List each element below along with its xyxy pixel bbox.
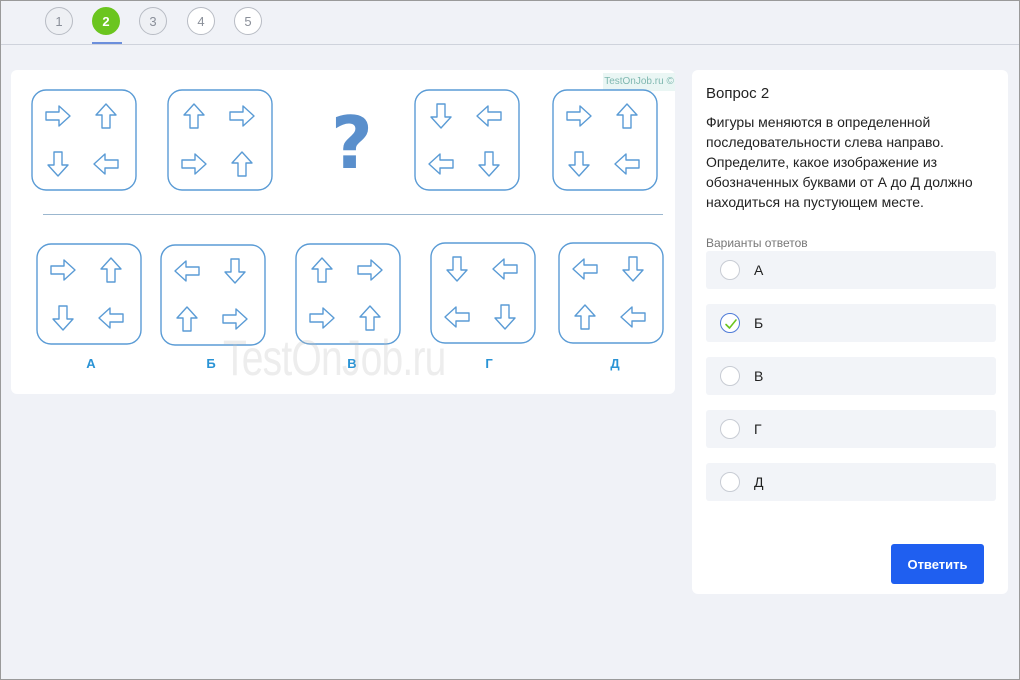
option-figure-4	[430, 242, 536, 344]
active-step-indicator	[92, 42, 122, 44]
sequence-figure-4	[414, 89, 520, 191]
option-letter-g: Г	[485, 356, 493, 371]
watermark-text: TestOnJob.ru	[223, 330, 446, 386]
answer-option-v[interactable]: В	[706, 357, 996, 395]
step-1[interactable]: 1	[45, 7, 73, 35]
step-2[interactable]: 2	[92, 7, 120, 35]
answer-option-d[interactable]: Д	[706, 463, 996, 501]
option-figure-1	[36, 243, 142, 345]
answer-option-label: В	[754, 368, 764, 384]
answer-option-label: Д	[754, 474, 764, 490]
radio-button[interactable]	[720, 472, 740, 492]
answer-option-label: А	[754, 262, 764, 278]
missing-figure-question-mark: ?	[331, 101, 373, 185]
step-4[interactable]: 4	[187, 7, 215, 35]
answer-option-label: Г	[754, 421, 762, 437]
sequence-figure-5	[552, 89, 658, 191]
question-stepper: 1 2 3 4 5	[1, 1, 1019, 45]
radio-button-checked[interactable]	[720, 313, 740, 333]
answer-option-a[interactable]: А	[706, 251, 996, 289]
question-title: Вопрос 2	[706, 85, 770, 102]
submit-answer-button[interactable]: Ответить	[891, 544, 984, 584]
option-figure-5	[558, 242, 664, 344]
checkmark-icon	[725, 319, 737, 329]
step-5[interactable]: 5	[234, 7, 262, 35]
answer-options-label: Варианты ответов	[706, 236, 808, 250]
radio-button[interactable]	[720, 366, 740, 386]
option-letter-d: Д	[610, 356, 620, 371]
sequence-figure-1	[31, 89, 137, 191]
sequence-figure-2	[167, 89, 273, 191]
puzzle-divider	[43, 214, 663, 215]
answer-option-label: Б	[754, 315, 764, 331]
radio-button[interactable]	[720, 419, 740, 439]
question-text: Фигуры меняются в определенной последова…	[706, 114, 973, 210]
answer-option-b[interactable]: Б	[706, 304, 996, 342]
step-3[interactable]: 3	[139, 7, 167, 35]
radio-button[interactable]	[720, 260, 740, 280]
option-letter-a: А	[86, 356, 96, 371]
answer-option-g[interactable]: Г	[706, 410, 996, 448]
